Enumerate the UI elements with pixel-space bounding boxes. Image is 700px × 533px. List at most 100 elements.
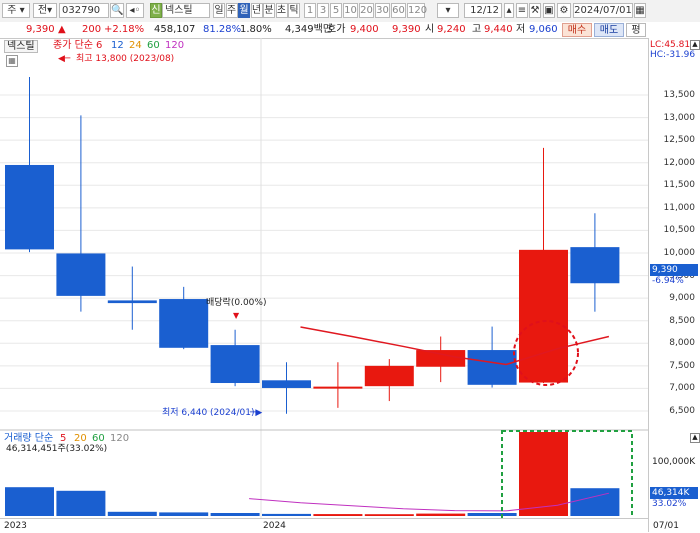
volume-tag: 46,314K [650, 487, 698, 499]
tab-period-6[interactable]: 틱 [288, 3, 300, 18]
volume-value: 458,107 [154, 24, 196, 35]
buy-button[interactable]: 매수 [562, 23, 592, 37]
ma-period-120: 120 [165, 40, 185, 51]
interval-button-5[interactable]: 5 [330, 3, 342, 18]
type-select[interactable]: 전▾ [33, 3, 57, 18]
candle-body [56, 253, 106, 296]
count-spinner[interactable]: ▴ [504, 3, 514, 18]
interval-button-10[interactable]: 10 [343, 3, 358, 18]
tab-period-0[interactable]: 일 [213, 3, 225, 18]
price-tick-label: 10,500 [663, 225, 696, 236]
candle-body [107, 300, 157, 304]
volume-bar [570, 488, 620, 516]
date-axis: 2023 2024 [0, 518, 648, 533]
sound-icon[interactable]: ◂◦ [126, 3, 144, 18]
price-tick-label: 10,000 [663, 248, 696, 258]
interval-dropdown[interactable]: ▾ [437, 3, 459, 18]
price-tick-label: 8,500 [669, 315, 695, 326]
chart-settings-icon[interactable]: ⚒ [529, 3, 541, 18]
tab-period-2[interactable]: 월 [238, 3, 250, 18]
price-tick-label: 11,500 [663, 180, 696, 191]
tab-period-1[interactable]: 주 [225, 3, 238, 18]
price-tick-label: 12,500 [663, 135, 696, 146]
stock-badge: 신 [150, 3, 162, 18]
price-tick-label: 6,500 [669, 406, 695, 416]
count-value: 12 [470, 5, 483, 16]
current-price-tag: 9,390 [650, 264, 698, 276]
stock-name-field[interactable]: 넥스틸 [162, 3, 210, 18]
max-note: 최고 13,800 (2023/08) [76, 54, 175, 64]
price-tick-label: 11,000 [663, 202, 696, 213]
code-input[interactable]: 032790 [59, 3, 109, 18]
count-input[interactable]: 12/12 [464, 3, 502, 18]
ma-title: 종가 단순 [53, 40, 93, 51]
candle-body [313, 386, 363, 389]
candle-body [364, 365, 414, 387]
volume-collapse-icon[interactable]: ▲ [690, 433, 700, 443]
search-icon[interactable]: 🔍 [110, 3, 124, 18]
volume-bar [364, 514, 414, 516]
open-value: 9,240 [437, 24, 466, 35]
trade-value: 4,349백만 [285, 24, 333, 35]
up-arrow-icon: ▲ [58, 24, 66, 35]
ask-buy: 9,390 [392, 24, 421, 35]
x-label-2024: 2024 [263, 521, 286, 531]
price-tick-label: 12,000 [663, 157, 696, 168]
interval-button-30[interactable]: 30 [375, 3, 390, 18]
candle-body [262, 380, 311, 388]
interval-button-60[interactable]: 60 [391, 3, 406, 18]
compare-icon[interactable]: ▣ [543, 3, 555, 18]
change-value: 200 [82, 24, 102, 35]
ma-period-24: 24 [129, 40, 142, 51]
interval-button-3[interactable]: 3 [317, 3, 329, 18]
interval-button-1[interactable]: 1 [304, 3, 316, 18]
date-input[interactable]: 2024/07/01 [573, 3, 633, 18]
chart-type-icon[interactable]: ≡ [516, 3, 528, 18]
x-label-date: 07/01 [653, 521, 679, 531]
candle-body [467, 350, 517, 385]
current-price: 9,390 [26, 24, 55, 35]
quote-row: 9,390 ▲ 200 +2.18% 458,107 81.28% 1.80% … [0, 22, 700, 39]
high-label: 고 [472, 24, 482, 35]
chart-name-tag: 넥스틸 [4, 40, 38, 53]
date-value: 2024/07/01 [574, 5, 632, 16]
code-value: 032790 [62, 5, 101, 16]
market-label: 주 [7, 5, 17, 16]
current-pct: -6.94% [652, 276, 684, 286]
type-label: 전 [37, 5, 48, 16]
candle-body [5, 164, 54, 250]
volume-bar [313, 514, 363, 516]
volume-bar [56, 490, 106, 516]
min-note: 최저 6,440 (2024/01) [162, 408, 255, 418]
low-value: 9,060 [529, 24, 558, 35]
volume-bar [107, 511, 157, 516]
interval-button-20[interactable]: 20 [359, 3, 374, 18]
x-label-2023: 2023 [4, 521, 27, 531]
ma-period-60: 60 [147, 40, 160, 51]
tab-period-5[interactable]: 초 [275, 3, 288, 18]
ma-period-6: 6 [96, 40, 103, 51]
extra-button[interactable]: 평 [626, 23, 646, 37]
tab-period-3[interactable]: 년 [250, 3, 263, 18]
candle-body [519, 249, 568, 383]
calendar-icon[interactable]: ▦ [634, 3, 646, 18]
toolbar: 주 ▾ 전▾ 032790 🔍 ◂◦ 신 넥스틸 일주월년분초틱 1 3 5 10 20… [0, 0, 700, 23]
volume-tick: 100,000K [652, 457, 696, 467]
volume-bar [159, 512, 209, 516]
gear-icon[interactable]: ⚙ [557, 3, 571, 18]
grid-toggle-icon[interactable]: ▦ [6, 55, 18, 67]
volume-bar [467, 513, 517, 516]
interval-button-120[interactable]: 120 [407, 3, 427, 18]
candle-body [570, 247, 620, 284]
tab-period-4[interactable]: 분 [263, 3, 275, 18]
collapse-icon[interactable]: ▲ [690, 40, 700, 50]
volume-bar [262, 513, 311, 516]
candle-body [210, 345, 260, 384]
ask-label: 호가 [327, 24, 346, 35]
price-tick-label: 9,000 [669, 293, 695, 304]
sell-button[interactable]: 매도 [594, 23, 624, 37]
price-tick-label: 7,000 [669, 383, 695, 394]
volume-ratio: 81.28% [203, 24, 242, 35]
ma-period-12: 12 [111, 40, 124, 51]
market-select[interactable]: 주 ▾ [2, 3, 30, 18]
